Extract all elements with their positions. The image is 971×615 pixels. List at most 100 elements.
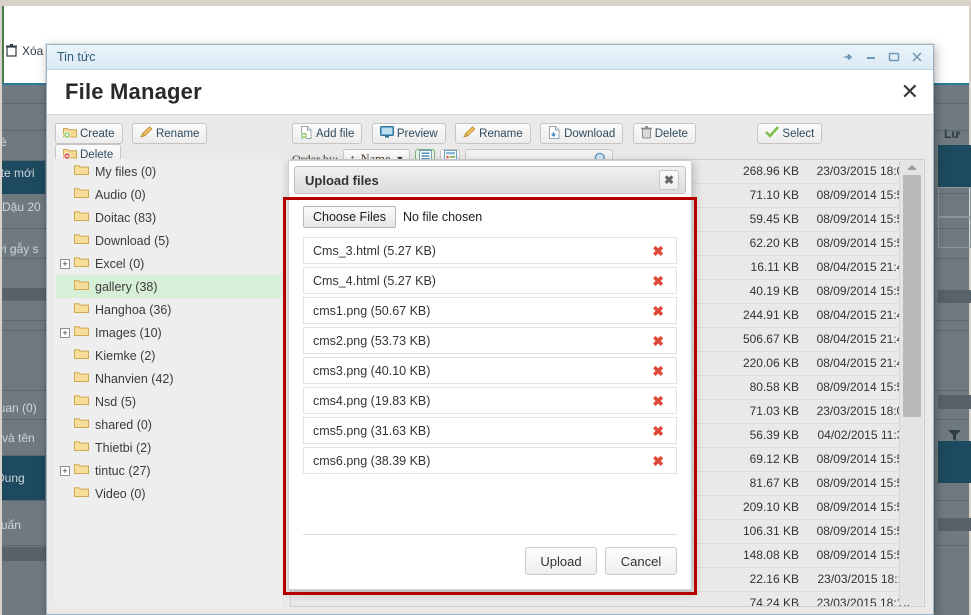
file-size: 268.96 KB [742,164,799,178]
upload-file-name: cms2.png (53.73 KB) [313,333,431,348]
bg-fragment: Tuấn [0,518,21,532]
remove-file-icon[interactable]: ✖ [646,274,670,288]
bg-selected-row [938,145,971,187]
remove-file-icon[interactable]: ✖ [646,394,670,408]
scroll-up-icon[interactable] [906,165,917,170]
tree-item[interactable]: Doitac (83) [56,206,281,229]
maximize-icon[interactable] [888,51,900,63]
tree-item-label: Hanghoa (36) [95,302,172,317]
bg-gray-band [938,395,971,409]
toolbars: Create Rename Delete Add file Preview Re… [47,115,933,169]
file-date: 08/09/2014 15:54 [816,476,910,490]
bg-delete-label: Xóa [22,44,44,58]
download-button[interactable]: Download [540,123,624,144]
rename-file-button[interactable]: Rename [455,123,531,144]
expand-placeholder [60,489,70,499]
scrollbar-thumb[interactable] [903,175,921,417]
cancel-button[interactable]: Cancel [605,547,677,575]
upload-file-item: cms6.png (38.39 KB) ✖ [303,447,677,474]
tree-item[interactable]: Kiemke (2) [56,344,281,367]
file-list-scrollbar[interactable] [899,161,923,605]
bg-selected-row [938,441,971,483]
folder-icon [74,486,89,501]
tree-item[interactable]: Hanghoa (36) [56,298,281,321]
upload-file-name: Cms_3.html (5.27 KB) [313,243,436,258]
tree-item[interactable]: + Images (10) [56,321,281,344]
expand-placeholder [60,443,70,453]
bg-gray-band [938,518,971,531]
expand-toggle-icon[interactable]: + [60,465,70,476]
tree-item[interactable]: + tintuc (27) [56,459,281,482]
upload-file-name: cms1.png (50.67 KB) [313,303,431,318]
chosen-file-status: No file chosen [402,210,483,224]
tree-item[interactable]: My files (0) [56,160,281,183]
file-date: 23/03/2015 18:11 [817,572,910,586]
folder-icon [74,279,89,294]
upload-file-item: Cms_4.html (5.27 KB) ✖ [303,267,677,294]
folder-icon [74,164,89,179]
preview-button[interactable]: Preview [371,123,446,144]
file-date: 08/09/2014 15:54 [816,212,910,226]
remove-file-icon[interactable]: ✖ [646,424,670,438]
delete-file-button[interactable]: Delete [632,123,696,144]
tree-item[interactable]: Download (5) [56,229,281,252]
add-file-button[interactable]: Add file [292,123,363,144]
folder-tree[interactable]: My files (0) Audio (0) Doitac (83) Downl… [55,159,282,607]
bg-trash-icon [6,44,17,62]
upload-button[interactable]: Upload [525,547,597,575]
tree-item[interactable]: + Excel (0) [56,252,281,275]
close-icon[interactable] [911,51,923,63]
bg-fragment: n Dậu 20 [0,200,41,214]
minimize-icon[interactable] [865,51,877,63]
create-button[interactable]: Create [55,123,123,144]
header-close-icon[interactable]: ✕ [901,81,919,103]
file-size: 16.11 KB [750,260,799,274]
tree-item-label: Images (10) [95,325,162,340]
remove-file-icon[interactable]: ✖ [646,364,670,378]
file-date: 08/09/2014 15:54 [816,500,910,514]
expand-toggle-icon[interactable]: + [60,258,70,269]
tree-item-label: Nhanvien (42) [95,371,174,386]
file-date: 08/09/2014 15:54 [816,236,910,250]
choose-files-button[interactable]: Choose Files [303,206,396,228]
rename-folder-button[interactable]: Rename [131,123,208,144]
preview-label: Preview [396,127,438,140]
tree-item[interactable]: Thietbi (2) [56,436,281,459]
tree-item[interactable]: Nhanvien (42) [56,367,281,390]
window-controls [842,51,927,63]
file-date: 08/09/2014 15:54 [816,284,910,298]
delete-file-label: Delete [654,127,688,140]
bg-fragment: quan (0) [0,401,37,415]
tree-item[interactable]: Video (0) [56,482,281,505]
remove-file-icon[interactable]: ✖ [646,454,670,468]
remove-file-icon[interactable]: ✖ [646,304,670,318]
select-button[interactable]: Select [757,123,823,144]
add-file-label: Add file [316,127,355,140]
file-input-row[interactable]: Choose Files No file chosen [303,206,677,228]
remove-file-icon[interactable]: ✖ [646,244,670,258]
expand-placeholder [60,420,70,430]
rename-file-label: Rename [479,127,523,140]
tree-item[interactable]: Audio (0) [56,183,281,206]
file-date: 23/03/2015 18:05 [816,404,910,418]
expand-placeholder [60,236,70,246]
upload-file-name: cms4.png (19.83 KB) [313,393,431,408]
file-size: 59.45 KB [749,212,799,226]
file-add-icon [300,125,313,142]
pin-icon[interactable] [842,51,854,63]
file-row[interactable]: 74.24 KB 23/03/2015 18:10 [291,592,924,607]
upload-dialog-footer: Upload Cancel [303,534,677,575]
tree-item[interactable]: Nsd (5) [56,390,281,413]
expand-toggle-icon[interactable]: + [60,327,70,338]
rename-folder-label: Rename [155,127,200,140]
file-date: 08/09/2014 15:54 [816,188,910,202]
tree-item-selected[interactable]: gallery (38) [56,275,281,298]
tree-item[interactable]: shared (0) [56,413,281,436]
file-size: 148.08 KB [742,548,799,562]
upload-dialog-close-icon[interactable]: ✖ [659,170,679,190]
bg-fragment: rới gẫy s [0,242,39,256]
remove-file-icon[interactable]: ✖ [646,334,670,348]
tree-item-label: Doitac (83) [95,210,157,225]
upload-file-name: cms5.png (31.63 KB) [313,423,431,438]
file-date: 23/03/2015 18:10 [816,596,910,607]
